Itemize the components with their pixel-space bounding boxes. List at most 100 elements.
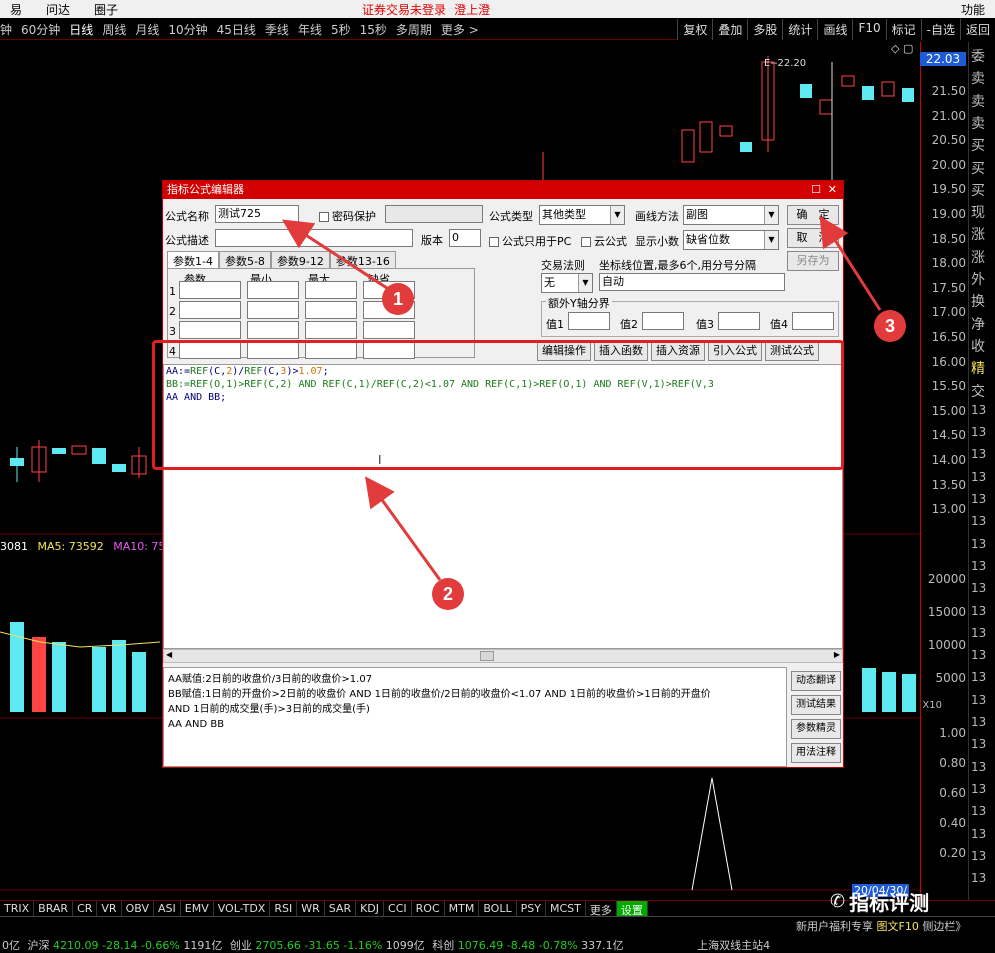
period-tab[interactable]: 钟 <box>0 21 12 38</box>
toolbar-button[interactable]: -自选 <box>920 19 960 40</box>
toolbar-button[interactable]: 返回 <box>959 19 995 40</box>
translation-side-button[interactable]: 动态翻译 <box>791 671 841 691</box>
server-station[interactable]: 上海双线主站4 <box>697 939 770 952</box>
password-checkbox[interactable] <box>319 212 329 222</box>
f10-link[interactable]: 图文F10 <box>877 920 919 933</box>
period-tab[interactable]: 周线 <box>102 21 126 38</box>
indicator-tab[interactable]: BOLL <box>479 901 517 916</box>
formula-type-select[interactable]: 其他类型 ▼ <box>539 205 625 225</box>
period-tab[interactable]: 日线 <box>69 21 93 38</box>
indicator-tab[interactable]: EMV <box>181 901 214 916</box>
indicator-tab[interactable]: CR <box>73 901 98 916</box>
close-icon[interactable]: ✕ <box>828 181 837 199</box>
indicator-tab[interactable]: KDJ <box>356 901 385 916</box>
y-value-1-input[interactable] <box>568 312 610 330</box>
indicator-tab[interactable]: TRIX <box>0 901 35 916</box>
translation-line: AA AND BB <box>168 719 225 730</box>
toolbar-button[interactable]: F10 <box>852 19 885 40</box>
toolbar-button[interactable]: 画线 <box>817 19 852 40</box>
scroll-right-icon[interactable]: ▶ <box>834 650 840 659</box>
login-notice[interactable]: 证券交易未登录 <box>362 1 446 18</box>
indicator-tab[interactable]: PSY <box>517 901 546 916</box>
y-value-4-input[interactable] <box>792 312 834 330</box>
indicator-tab[interactable]: BRAR <box>34 901 74 916</box>
formula-name-input[interactable]: 测试725 <box>215 205 299 223</box>
toolbar-button[interactable]: 复权 <box>677 19 712 40</box>
save-as-button[interactable]: 另存为 <box>787 251 839 271</box>
period-tab[interactable]: 45日线 <box>217 21 256 38</box>
login-notice-2[interactable]: 澄上澄 <box>454 1 490 18</box>
quote-label: 13 <box>971 715 987 729</box>
editor-hscrollbar[interactable]: ◀ ▶ <box>163 649 843 663</box>
period-tab[interactable]: 多周期 <box>396 21 432 38</box>
price-tick: 21.00 <box>931 108 966 123</box>
coord-lines-input[interactable]: 自动 <box>599 273 785 291</box>
price-tick: 17.00 <box>931 305 966 320</box>
sidebar-toggle[interactable]: 侧边栏》 <box>922 920 966 933</box>
cloud-formula-checkbox[interactable] <box>581 237 591 247</box>
toolbar-button[interactable]: 叠加 <box>712 19 747 40</box>
maximize-icon[interactable]: ☐ <box>811 181 821 199</box>
period-tab[interactable]: 60分钟 <box>21 21 60 38</box>
param-cell-input[interactable] <box>363 321 415 339</box>
indicator-tab[interactable]: 更多 <box>586 901 617 917</box>
param-cell-input[interactable] <box>305 301 357 319</box>
period-tab[interactable]: 10分钟 <box>168 21 207 38</box>
scroll-left-icon[interactable]: ◀ <box>166 650 172 659</box>
toolbar-button[interactable]: 多股 <box>747 19 782 40</box>
param-cell-input[interactable] <box>247 301 299 319</box>
indicator-tab[interactable]: OBV <box>122 901 154 916</box>
indicator-tab[interactable]: 设置 <box>616 901 648 917</box>
period-tab[interactable]: 季线 <box>265 21 289 38</box>
y-value-3-input[interactable] <box>718 312 760 330</box>
period-tab[interactable]: 月线 <box>135 21 159 38</box>
y-value-2-input[interactable] <box>642 312 684 330</box>
period-tab[interactable]: 年线 <box>298 21 322 38</box>
draw-method-select[interactable]: 副图 ▼ <box>683 205 779 225</box>
dialog-titlebar[interactable]: 指标公式编辑器 ☐ ✕ <box>163 181 843 199</box>
password-input[interactable] <box>385 205 483 223</box>
param-cell-input[interactable] <box>179 301 241 319</box>
indicator-tab[interactable]: RSI <box>270 901 298 916</box>
news-link[interactable]: 新用户福利专享 <box>796 920 873 933</box>
quote-label: 13 <box>971 692 987 707</box>
menu-wenda[interactable]: 问达 <box>46 1 70 18</box>
period-tab[interactable]: 15秒 <box>360 21 387 38</box>
toolbar-button[interactable]: 标记 <box>885 19 921 40</box>
indicator-tab[interactable]: ROC <box>412 901 445 916</box>
param-cell-input[interactable] <box>305 321 357 339</box>
ok-button[interactable]: 确 定 <box>787 205 839 225</box>
translation-side-button[interactable]: 测试结果 <box>791 695 841 715</box>
menu-function[interactable]: 功能 <box>961 1 985 18</box>
param-cell-input[interactable] <box>247 281 299 299</box>
scroll-thumb[interactable] <box>480 651 494 661</box>
param-cell-input[interactable] <box>179 321 241 339</box>
menu-trade[interactable]: 易 <box>10 1 22 18</box>
period-tab[interactable]: 5秒 <box>331 21 351 38</box>
kc-index-value: 1076.49 <box>457 939 504 952</box>
indicator-tab[interactable]: CCI <box>384 901 412 916</box>
indicator-tab[interactable]: SAR <box>325 901 357 916</box>
param-cell-input[interactable] <box>247 321 299 339</box>
formula-translation: AA赋值:2日前的收盘价/3日前的收盘价>1.07 BB赋值:1日前的开盘价>2日… <box>163 667 787 767</box>
pc-only-checkbox[interactable] <box>489 237 499 247</box>
indicator-tab[interactable]: MTM <box>445 901 480 916</box>
trade-rule-select[interactable]: 无 ▼ <box>541 273 593 293</box>
decimals-select[interactable]: 缺省位数 ▼ <box>683 230 779 250</box>
param-cell-input[interactable] <box>305 281 357 299</box>
indicator-tab[interactable]: WR <box>297 901 325 916</box>
param-cell-input[interactable] <box>179 281 241 299</box>
translation-side-button[interactable]: 参数精灵 <box>791 719 841 739</box>
version-input[interactable]: 0 <box>449 229 481 247</box>
indicator-tab[interactable]: MCST <box>546 901 586 916</box>
indicator-tab[interactable]: VOL-TDX <box>214 901 271 916</box>
pin-icon[interactable]: ◇ ▢ <box>891 42 913 55</box>
formula-desc-input[interactable] <box>215 229 413 247</box>
cancel-button[interactable]: 取 消 <box>787 228 839 248</box>
indicator-tab[interactable]: ASI <box>154 901 181 916</box>
toolbar-button[interactable]: 统计 <box>782 19 817 40</box>
translation-side-button[interactable]: 用法注释 <box>791 743 841 763</box>
period-tab[interactable]: 更多 > <box>441 21 479 38</box>
menu-circle[interactable]: 圈子 <box>94 1 118 18</box>
indicator-tab[interactable]: VR <box>97 901 122 916</box>
